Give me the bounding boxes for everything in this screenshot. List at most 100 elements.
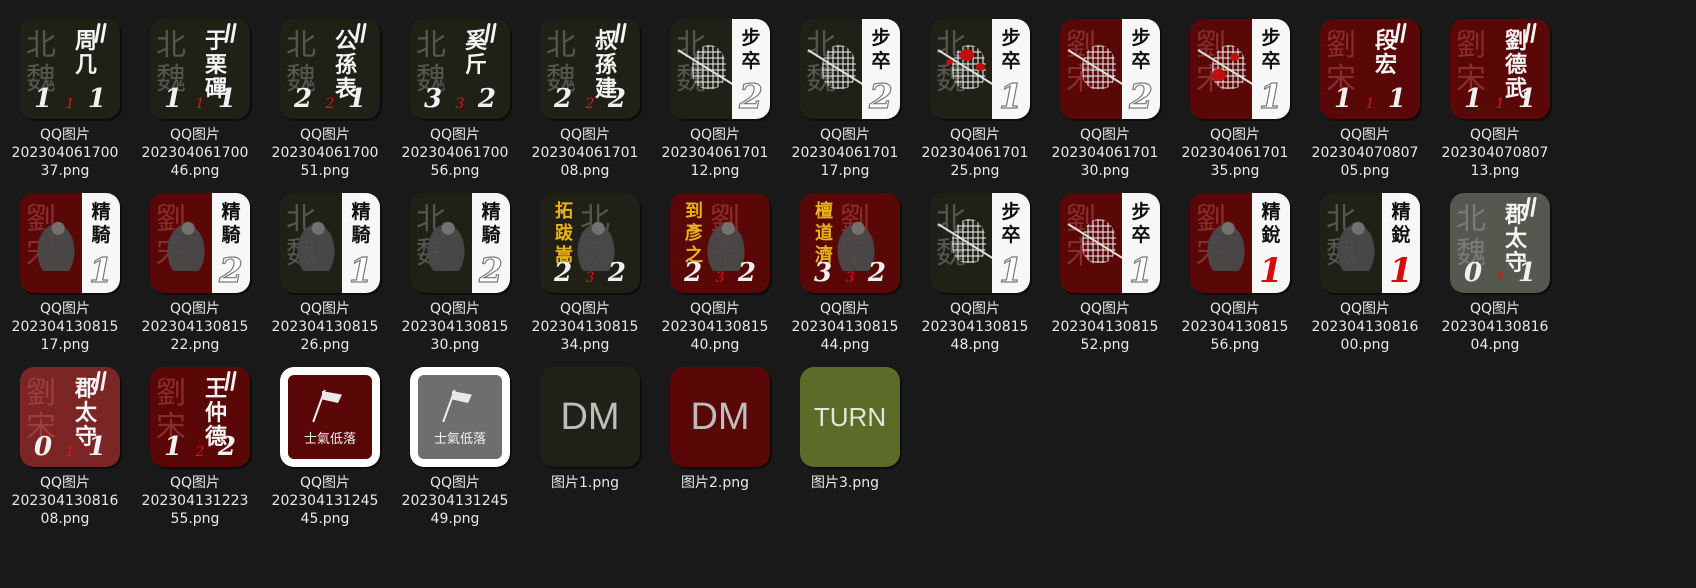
troop-type-panel: 精騎 1: [342, 193, 380, 293]
blood-splatter-icon: [1212, 69, 1226, 81]
stat-right: 1: [1517, 258, 1536, 288]
stat-right: 2: [217, 432, 236, 462]
tile-text: DM: [560, 395, 620, 438]
file-item[interactable]: 北魏 步卒 2 QQ图片 202304061701 17.png: [780, 0, 910, 186]
file-label: QQ图片 202304061700 51.png: [271, 127, 379, 179]
thumbnail: 劉宋 王仲德 1 2 2: [150, 367, 250, 467]
cavalry-icon: [424, 219, 468, 271]
file-item[interactable]: 劉宋 步卒 2 QQ图片 202304061701 30.png: [1040, 0, 1170, 186]
thumbnail: 劉宋 精騎 1: [20, 193, 120, 293]
file-item[interactable]: TURN 图片3.png: [780, 348, 910, 534]
file-item[interactable]: 北魏 步卒 1 QQ图片 202304130815 48.png: [910, 174, 1040, 360]
file-label: QQ图片 202304061701 30.png: [1051, 127, 1159, 179]
blood-splatter-icon: [976, 63, 985, 71]
file-label: QQ图片 202304130815 17.png: [11, 301, 119, 353]
file-item[interactable]: 劉宋 王仲德 1 2 2 QQ图片 202304131223 55.png: [130, 348, 260, 534]
shield-icon: [692, 45, 726, 89]
file-item[interactable]: 劉宋 精騎 1 QQ图片20230413081517.png: [0, 174, 130, 360]
file-item[interactable]: 北魏 奚斤 3 3 2 QQ图片 202304061700 56.png: [390, 0, 520, 186]
morale-card: 士氣低落: [418, 375, 502, 459]
thumbnail: 劉宋 步卒 2: [1060, 19, 1160, 119]
thumbnail: 北魏 奚斤 3 3 2: [410, 19, 510, 119]
file-label: QQ图片 202304130815 56.png: [1181, 301, 1289, 353]
morale-card: 士氣低落: [288, 375, 372, 459]
file-item[interactable]: 劉宋 段宏 1 1 1 QQ图片 202304070807 05.png: [1300, 0, 1430, 186]
stat-right: 1: [87, 432, 106, 462]
file-item[interactable]: 劉宋 步卒 1 QQ图片 202304061701 35.png: [1170, 0, 1300, 186]
troop-strength: 1: [1389, 251, 1413, 291]
troop-type-panel: 步卒 1: [992, 193, 1030, 293]
file-item[interactable]: 北魏 拓跋嵩 2 3 2 QQ图片20230413081534.png: [520, 174, 650, 360]
file-item[interactable]: 北魏 步卒 2 QQ图片 202304061701 12.png: [650, 0, 780, 186]
troop-strength: 2: [739, 77, 764, 117]
broken-flag-icon: [318, 389, 342, 419]
file-item[interactable]: 士氣低落 QQ图片 202304131245 49.png: [390, 348, 520, 534]
thumbnail: 北魏 公孫表 2 2 1: [280, 19, 380, 119]
shield-icon: [822, 45, 856, 89]
file-item[interactable]: 劉宋 檀道濟 3 3 2 QQ图片20230413081544.png: [780, 174, 910, 360]
file-label: QQ图片 202304130816 08.png: [11, 475, 119, 527]
stat-right: 1: [1517, 84, 1536, 114]
rank-strokes-icon: [226, 371, 238, 393]
cavalry-icon: [294, 219, 338, 271]
thumbnail: 北魏 于栗磾 1 1 1: [150, 19, 250, 119]
thumbnail: 劉宋 檀道濟 3 3 2: [800, 193, 900, 293]
file-item[interactable]: 北魏 步卒 1 QQ图片 202304061701 25.png: [910, 0, 1040, 186]
file-item[interactable]: 劉宋 精騎 2 QQ图片20230413081522.png: [130, 174, 260, 360]
morale-label: 士氣低落: [303, 432, 356, 447]
file-label: 图片1.png: [550, 475, 619, 491]
file-item[interactable]: 北魏 公孫表 2 2 1 QQ图片 202304061700 51.png: [260, 0, 390, 186]
rank-strokes-icon: [356, 23, 368, 45]
thumbnail: 北魏 郡太守 0 1 1: [1450, 193, 1550, 293]
thumbnail: 北魏 叔孫建 2 2 2: [540, 19, 640, 119]
troop-strength: 2: [869, 77, 894, 117]
unit-stats: 2 2 2: [548, 83, 632, 113]
thumbnail: 士氣低落: [280, 367, 380, 467]
file-item[interactable]: 北魏 精騎 1 QQ图片20230413081526.png: [260, 174, 390, 360]
tile-text: TURN: [813, 401, 887, 432]
thumbnail: 北魏 步卒 2: [670, 19, 770, 119]
blood-splatter-icon: [960, 49, 974, 61]
file-label: QQ图片 202304130815 40.png: [661, 301, 769, 353]
file-item[interactable]: 北魏 精騎 2 QQ图片20230413081530.png: [390, 174, 520, 360]
thumbnail: DM: [670, 367, 770, 467]
file-grid: 北魏 周几 1 1 1 QQ图片 202304061700 37.png 北魏 于栗…: [0, 0, 1696, 588]
rank-strokes-icon: [96, 23, 108, 45]
thumbnail: 劉宋 段宏 1 1 1: [1320, 19, 1420, 119]
file-label: QQ图片 202304061701 17.png: [791, 127, 899, 179]
file-item[interactable]: 北魏 于栗磾 1 1 1 QQ图片 202304061700 46.png: [130, 0, 260, 186]
shield-icon: [1082, 45, 1116, 89]
file-label: QQ图片 202304061701 25.png: [921, 127, 1029, 179]
file-item[interactable]: 劉宋 到彥之 2 3 2 QQ图片20230413081540.png: [650, 174, 780, 360]
file-item[interactable]: 劉宋 精銳 1 QQ图片20230413081556.png: [1170, 174, 1300, 360]
thumbnail: 北魏 步卒 2: [800, 19, 900, 119]
file-item[interactable]: 劉宋 郡太守 0 1 1 QQ图片 202304130816 08.png: [0, 348, 130, 534]
blood-splatter-icon: [1230, 53, 1239, 61]
troop-strength: 1: [999, 77, 1024, 117]
unit-stats: 2 3 2: [548, 257, 632, 287]
troop-strength: 1: [1259, 77, 1284, 117]
unit-stats: 2 2 1: [288, 83, 372, 113]
file-label: QQ图片 202304130815 52.png: [1051, 301, 1159, 353]
tile-text: DM: [690, 395, 750, 438]
file-item[interactable]: 北魏 郡太守 0 1 1 QQ图片 202304130816 04.png: [1430, 174, 1560, 360]
unit-stats: 1 2 2: [158, 431, 242, 461]
file-item[interactable]: 北魏 周几 1 1 1 QQ图片 202304061700 37.png: [0, 0, 130, 186]
file-label: QQ图片 202304061701 08.png: [531, 127, 639, 179]
file-item[interactable]: 劉宋 步卒 1 QQ图片 202304130815 52.png: [1040, 174, 1170, 360]
file-item[interactable]: 士氣低落 QQ图片 202304131245 45.png: [260, 348, 390, 534]
troop-strength: 1: [999, 251, 1024, 291]
file-item[interactable]: 北魏 叔孫建 2 2 2 QQ图片 202304061701 08.png: [520, 0, 650, 186]
file-label: QQ图片 202304130816 00.png: [1311, 301, 1419, 353]
file-item[interactable]: DM 图片1.png: [520, 348, 650, 534]
broken-flag-icon: [448, 389, 472, 419]
thumbnail: 劉宋 步卒 1: [1060, 193, 1160, 293]
troop-type-panel: 精騎 2: [472, 193, 510, 293]
file-item[interactable]: 北魏 精銳 1 QQ图片20230413081600.png: [1300, 174, 1430, 360]
troop-type-panel: 步卒 1: [992, 19, 1030, 119]
file-item[interactable]: 劉宋 劉德武 1 1 1 QQ图片 202304070807 13.png: [1430, 0, 1560, 186]
rank-strokes-icon: [616, 23, 628, 45]
file-item[interactable]: DM 图片2.png: [650, 348, 780, 534]
thumbnail: 劉宋 步卒 1: [1190, 19, 1290, 119]
shield-icon: [952, 219, 986, 263]
